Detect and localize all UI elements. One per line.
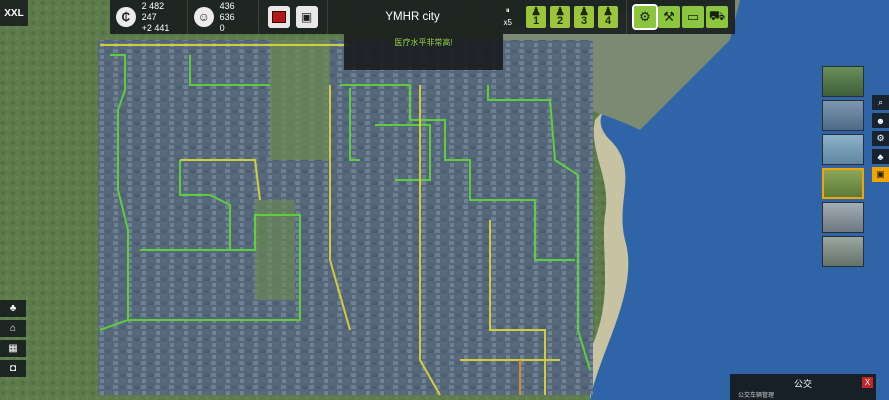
disaster-toggle-button[interactable] (267, 6, 290, 28)
tree-icon: ♣ (877, 151, 884, 162)
settings-button-right[interactable]: ⚙ (872, 131, 889, 146)
tree-button-right[interactable]: ♣ (872, 149, 889, 164)
population-value: 436 636 (219, 0, 235, 22)
money-section: ₵ 2 482 247 +2 441 (110, 0, 188, 34)
population-delta: 0 (219, 22, 225, 33)
people-icon: ☻ (875, 115, 886, 126)
currency-icon: ₵ (116, 7, 136, 27)
search-button[interactable]: ⌕ (872, 95, 889, 110)
bag-icon: ◘ (9, 363, 17, 374)
panel-row: 公交车辆管理 (738, 393, 775, 399)
money-delta: +2 441 (141, 22, 170, 33)
thumbnail-4-selected[interactable] (822, 168, 864, 199)
people-button[interactable]: ☻ (872, 113, 889, 128)
speed-control[interactable]: ⏸ x5 (498, 5, 518, 29)
right-toolbar: ⌕ ☻ ⚙ ♣ ▣ (872, 95, 889, 182)
vehicle-thumbnails (822, 66, 866, 267)
building-button[interactable]: ▦ (0, 340, 26, 357)
settings-icon: ⚙ (876, 133, 885, 143)
thumbnail-2[interactable] (822, 100, 864, 131)
tool-buttons: ⚙ ⚒ ▭ ⛟ (627, 0, 735, 34)
bus-icon: ▣ (876, 169, 885, 179)
left-toolbar: ♣ ⌂ ▦ ◘ (0, 300, 26, 380)
worker-icon: ⚒ (663, 9, 675, 24)
building-icon: ▦ (8, 343, 18, 354)
city-name: YMHR city (385, 11, 440, 23)
map-size-label: XXL (0, 0, 28, 26)
transit-panel: 公交 X 公交车辆管理 (730, 374, 876, 400)
cart-icon: ⛟ (708, 8, 726, 23)
thumbnail-6[interactable] (822, 236, 864, 267)
cart-button[interactable]: ⛟ (706, 6, 728, 28)
pause-icon[interactable]: ⏸ (506, 5, 510, 17)
bag-button[interactable]: ◘ (0, 360, 26, 377)
search-icon: ⌕ (877, 97, 884, 107)
settings-button[interactable]: ⚙ (632, 4, 658, 30)
top-hud-bar: ₵ 2 482 247 +2 441 ☺ 436 636 0 ▣ YMHR ci… (110, 0, 735, 34)
tree-icon: ♣ (9, 303, 17, 314)
thumbnail-3[interactable] (822, 134, 864, 165)
speed-label: x5 (503, 18, 512, 27)
people-icon: ☺ (193, 7, 214, 27)
tree-button[interactable]: ♣ (0, 300, 26, 317)
speed-3-button[interactable]: ♟ 3 (574, 6, 594, 28)
speed-4-button[interactable]: ♟ 4 (598, 6, 618, 28)
transport-button[interactable]: ▣ (295, 6, 318, 28)
settings-icon: ⚙ (639, 9, 651, 24)
worker-button[interactable]: ⚒ (658, 6, 680, 28)
money-value: 2 482 247 (141, 0, 165, 22)
bed-button[interactable]: ▭ (682, 6, 704, 28)
panel-title: 公交 (793, 379, 812, 389)
population-section: ☺ 436 636 0 (188, 0, 259, 34)
bus-button-right[interactable]: ▣ (872, 167, 889, 182)
speed-1-button[interactable]: ♟ 1 (526, 6, 546, 28)
thumbnail-5[interactable] (822, 202, 864, 233)
home-button[interactable]: ⌂ (0, 320, 26, 337)
speed-2-button[interactable]: ♟ 2 (550, 6, 570, 28)
notification-message: 医疗水平非常高! (344, 34, 503, 70)
bus-icon: ▣ (300, 10, 313, 24)
home-icon: ⌂ (9, 323, 17, 334)
view-buttons: ▣ (259, 0, 328, 34)
speed-buttons: ♟ 1 ♟ 2 ♟ 3 ♟ 4 (518, 0, 627, 34)
red-square-icon (271, 11, 286, 23)
thumbnail-1[interactable] (822, 66, 864, 97)
bed-icon: ▭ (686, 9, 700, 24)
close-button[interactable]: X (862, 377, 873, 388)
